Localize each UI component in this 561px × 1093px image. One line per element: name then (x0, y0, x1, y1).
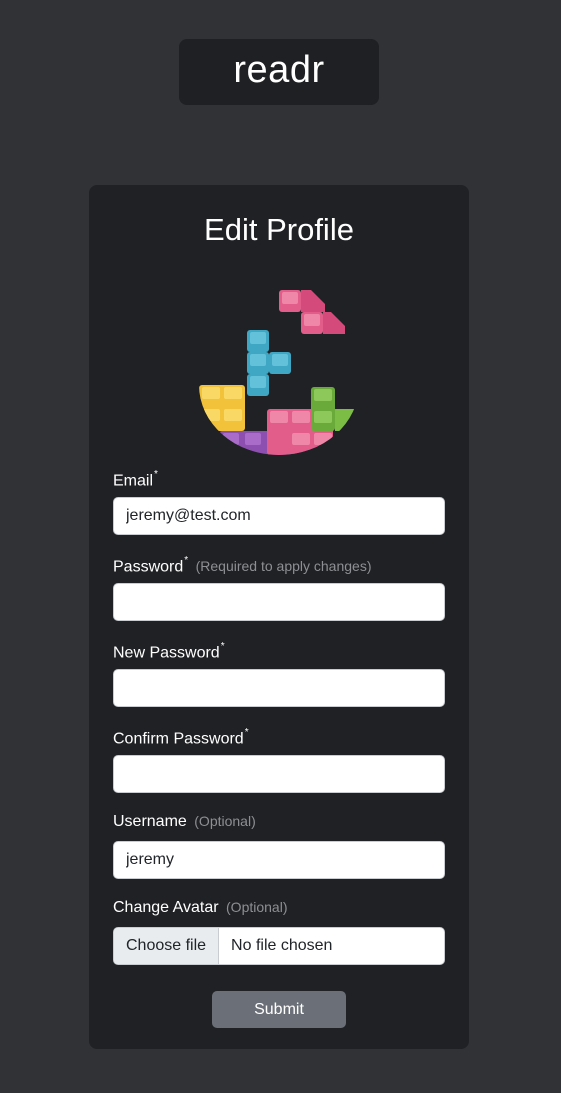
choose-file-button[interactable]: Choose file (114, 928, 220, 964)
file-status: No file chosen (231, 937, 333, 954)
new-password-field[interactable] (113, 669, 445, 707)
edit-profile-card: Edit Profile Email* jeremy@test.com Pass… (89, 185, 469, 1049)
email-label: Email* (113, 469, 158, 490)
new-password-label: New Password* (113, 641, 225, 662)
confirm-password-field[interactable] (113, 755, 445, 793)
change-avatar-label: Change Avatar (Optional) (113, 899, 288, 916)
avatar-file-input[interactable]: Choose file No file chosen (113, 927, 445, 965)
pink-block (279, 290, 345, 334)
brand-logo[interactable]: readr (179, 39, 379, 105)
page: readr Edit Profile Email* jeremy@test.co… (0, 0, 561, 1093)
username-label: Username (Optional) (113, 813, 256, 830)
submit-button[interactable]: Submit (212, 991, 346, 1028)
password-label: Password* (Required to apply changes) (113, 555, 372, 576)
password-hint: (Required to apply changes) (195, 558, 372, 575)
email-field[interactable] (113, 497, 445, 535)
tetris-blocks-avatar-icon (199, 290, 357, 455)
change-avatar-hint: (Optional) (226, 899, 288, 915)
blue-block (247, 330, 291, 396)
username-hint: (Optional) (194, 813, 256, 829)
brand-name: readr (233, 49, 325, 91)
confirm-password-label: Confirm Password* (113, 727, 249, 748)
password-field[interactable] (113, 583, 445, 621)
page-title: Edit Profile (204, 212, 354, 247)
avatar (199, 290, 357, 455)
username-field[interactable] (113, 841, 445, 879)
